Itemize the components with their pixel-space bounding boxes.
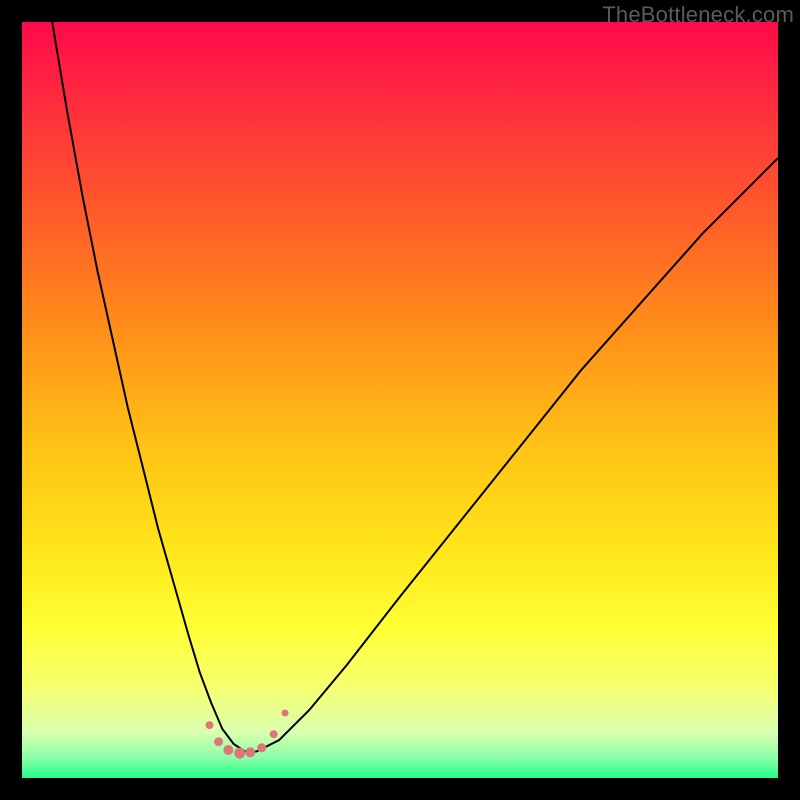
curve-dot <box>206 721 214 729</box>
curve-dot <box>214 737 223 746</box>
curve-dot <box>257 743 266 752</box>
curve-dot <box>245 747 255 757</box>
chart-background <box>22 22 778 778</box>
bottleneck-chart <box>22 22 778 778</box>
curve-dot <box>223 745 233 755</box>
chart-frame <box>22 22 778 778</box>
curve-dot <box>234 748 245 759</box>
curve-dot <box>282 710 289 717</box>
watermark-text: TheBottleneck.com <box>602 2 794 28</box>
curve-dot <box>270 730 278 738</box>
